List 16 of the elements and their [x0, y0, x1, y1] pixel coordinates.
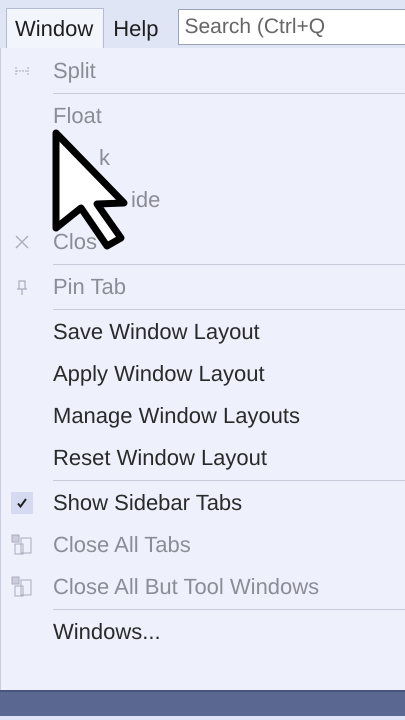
windows-icon — [11, 576, 33, 598]
search-field[interactable]: Search (Ctrl+Q — [178, 9, 405, 45]
windows-icon — [11, 534, 33, 556]
menu-item[interactable]: Apply Window Layout — [53, 361, 265, 387]
menu-item[interactable]: Manage Window Layouts — [53, 403, 300, 429]
close-icon — [15, 235, 29, 249]
menu-item[interactable]: Show Sidebar Tabs — [53, 490, 242, 516]
menu-item[interactable]: Reset Window Layout — [53, 445, 267, 471]
menu-item[interactable]: Windows... — [53, 619, 161, 645]
menu-item[interactable]: Save Window Layout — [53, 319, 260, 345]
split-icon — [15, 67, 29, 75]
menu-tab[interactable]: Window — [6, 8, 104, 48]
checkbox[interactable] — [11, 492, 33, 514]
check-icon — [16, 497, 28, 509]
pin-icon — [17, 280, 27, 294]
menu-tab[interactable]: Help — [104, 8, 170, 48]
